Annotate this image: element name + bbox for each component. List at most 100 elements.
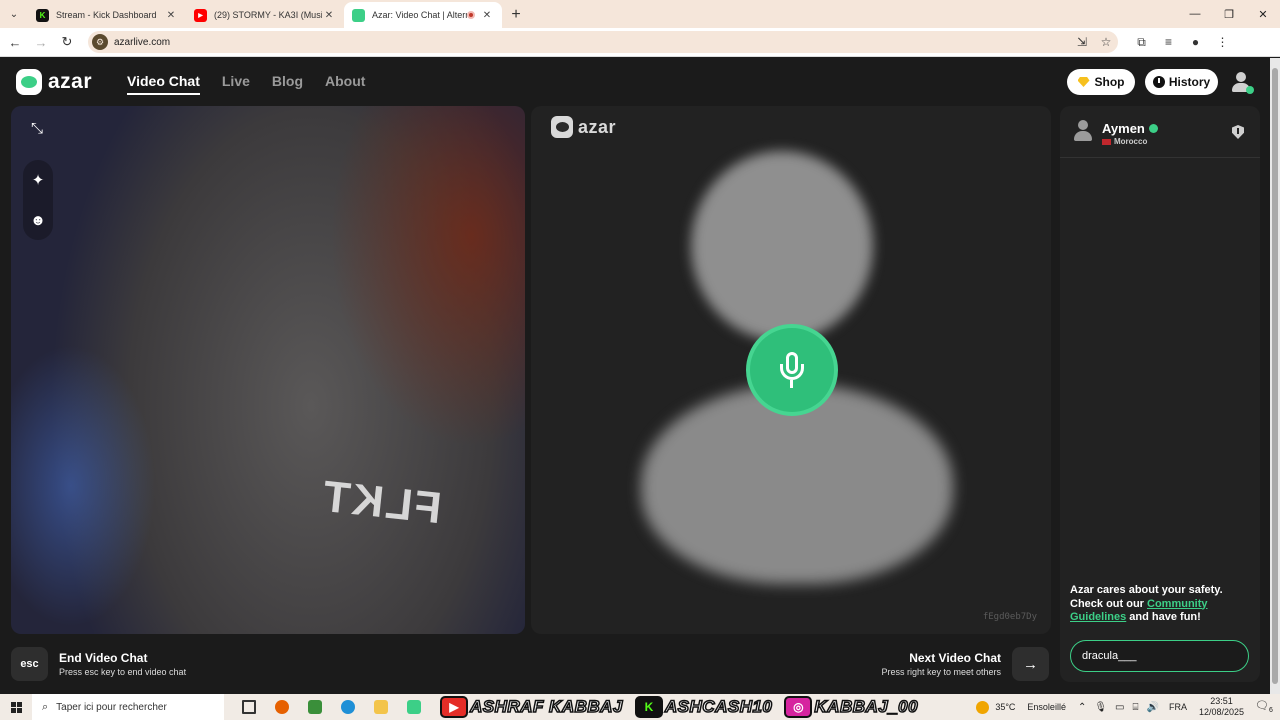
azar-app-icon[interactable] (397, 694, 430, 720)
page-scrollbar[interactable] (1270, 58, 1280, 694)
profile-avatar-icon[interactable]: ● (1182, 35, 1209, 50)
tab-title: (29) STORMY - KA3I (Music Vid (214, 10, 322, 20)
instagram-icon: ◎ (784, 696, 813, 718)
effects-pill: ✦ ☻ (23, 160, 53, 240)
kick-handle-text: ASHCASH10 (664, 696, 773, 717)
tab-title: Stream - Kick Dashboard (56, 10, 157, 20)
nav-live[interactable]: Live (222, 73, 250, 95)
network-icon[interactable]: ⌸ (1133, 702, 1139, 713)
next-chat-title: Next Video Chat (909, 651, 1001, 665)
chat-panel: Aymen Morocco Azar cares about your safe… (1060, 106, 1260, 682)
chat-message-input[interactable] (1070, 640, 1249, 672)
close-tab-icon[interactable]: ✕ (164, 10, 178, 21)
tray-icons: ⌃ 🎙 ▭ ⌸ 🔊 (1078, 702, 1159, 713)
clock-date: 12/08/2025 (1198, 707, 1244, 717)
collapse-video-icon[interactable]: ⤡ (23, 114, 51, 142)
remote-azar-watermark: azar (551, 116, 616, 138)
back-arrow-icon[interactable]: ← (2, 29, 28, 55)
extension-area: ⧉ ≡ ● ⋮ (1128, 35, 1236, 50)
reload-icon[interactable]: ↻ (54, 29, 80, 55)
media-player-icon[interactable] (298, 694, 331, 720)
windows-start-icon[interactable] (0, 694, 32, 720)
nav-about[interactable]: About (325, 73, 365, 95)
chevron-up-icon[interactable]: ⌃ (1078, 702, 1086, 713)
verified-badge-icon (1148, 124, 1158, 133)
user-avatar-icon[interactable] (1230, 71, 1254, 94)
forward-arrow-icon[interactable]: → (28, 29, 54, 55)
bookmark-star-icon[interactable]: ☆ (1094, 35, 1118, 49)
window-controls: — ❐ ✕ (1178, 0, 1280, 28)
close-window-icon[interactable]: ✕ (1246, 0, 1280, 28)
browser-tab-azar[interactable]: Azar: Video Chat | Alternati ✕ (344, 2, 502, 28)
face-filter-icon[interactable]: ☻ (24, 206, 52, 234)
system-tray: 35°C Ensoleillé ⌃ 🎙 ▭ ⌸ 🔊 FRA 23:51 12/0… (976, 694, 1280, 720)
task-view-icon[interactable] (232, 694, 265, 720)
firefox-icon[interactable] (265, 694, 298, 720)
language-indicator[interactable]: FRA (1169, 702, 1187, 712)
session-id: fEgd0eb7Dy (982, 612, 1037, 622)
next-chat-hint: Press right key to meet others (881, 667, 1001, 677)
placeholder-head-shape (691, 151, 873, 341)
nav-blog[interactable]: Blog (272, 73, 303, 95)
safety-prefix: Check out our (1070, 597, 1148, 610)
taskbar-search[interactable]: ⌕ Taper ici pour rechercher (32, 694, 224, 720)
tab-search-chevron-icon[interactable]: ⌄ (0, 0, 28, 28)
media-control-icon[interactable]: ≡ (1155, 35, 1182, 50)
azar-logo[interactable]: azar (16, 69, 92, 95)
local-video-feed: FLKT ⤡ ✦ ☻ (11, 106, 525, 634)
azar-watermark-icon (551, 116, 573, 138)
url-text: azarlive.com (114, 36, 171, 48)
nav-video-chat[interactable]: Video Chat (127, 73, 200, 95)
azar-logo-icon (16, 69, 42, 95)
edge-icon[interactable] (331, 694, 364, 720)
next-chat-arrow-button[interactable]: → (1012, 647, 1049, 681)
taskbar-clock[interactable]: 23:51 12/08/2025 (1199, 696, 1244, 718)
new-tab-button[interactable]: + (502, 2, 530, 28)
taskbar-search-placeholder: Taper ici pour rechercher (56, 701, 167, 713)
end-chat-hint: Press esc key to end video chat (59, 667, 187, 677)
shop-label: Shop (1094, 75, 1125, 89)
instagram-handle: ◎ KABBAJ_00 (784, 696, 918, 718)
sun-weather-icon[interactable] (976, 700, 990, 714)
safety-suffix: and have fun! (1126, 611, 1201, 623)
close-tab-icon[interactable]: ✕ (322, 10, 336, 21)
history-label: History (1168, 75, 1211, 89)
weather-temp[interactable]: 35°C (995, 702, 1015, 712)
kick-handle: K ASHCASH10 (634, 696, 773, 718)
microphone-tray-icon[interactable]: 🎙 (1094, 702, 1107, 713)
search-icon: ⌕ (42, 700, 49, 713)
peer-avatar-icon[interactable] (1073, 120, 1093, 144)
country-name: Morocco (1114, 137, 1148, 146)
volume-icon[interactable]: 🔊 (1147, 702, 1159, 713)
azar-page: azar Video Chat Live Blog About Shop His… (0, 58, 1270, 694)
sparkle-effects-icon[interactable]: ✦ (24, 166, 52, 194)
shop-button[interactable]: Shop (1067, 69, 1135, 95)
battery-icon[interactable]: ▭ (1115, 702, 1124, 713)
history-button[interactable]: History (1145, 69, 1218, 95)
logo-text: azar (48, 70, 93, 93)
peer-name-text: Aymen (1102, 121, 1145, 136)
end-chat-esc-button[interactable]: esc (11, 647, 48, 681)
safety-line-1: Azar cares about your safety. (1070, 584, 1223, 596)
browser-tab-youtube[interactable]: ▶ (29) STORMY - KA3I (Music Vid ✕ (186, 2, 344, 28)
restore-icon[interactable]: ❐ (1212, 0, 1246, 28)
browser-tab-kick[interactable]: K Stream - Kick Dashboard ✕ (28, 2, 186, 28)
address-toolbar: ← → ↻ ⚙ azarlive.com ⇲ ☆ ⧉ ≡ ● ⋮ (0, 28, 1280, 57)
clock-icon (1152, 76, 1165, 88)
report-shield-icon[interactable] (1232, 125, 1244, 139)
notification-center-icon[interactable]: 🗨6 (1254, 699, 1274, 714)
browser-menu-icon[interactable]: ⋮ (1209, 35, 1236, 50)
extensions-puzzle-icon[interactable]: ⧉ (1128, 35, 1155, 50)
minimize-icon[interactable]: — (1178, 0, 1212, 28)
browser-tab-strip: ⌄ K Stream - Kick Dashboard ✕ ▶ (29) STO… (0, 0, 1280, 28)
close-tab-icon[interactable]: ✕ (480, 10, 494, 21)
weather-desc[interactable]: Ensoleillé (1027, 702, 1066, 712)
address-bar[interactable]: ⚙ azarlive.com ⇲ ☆ (88, 31, 1118, 53)
install-app-icon[interactable]: ⇲ (1070, 35, 1094, 49)
file-explorer-icon[interactable] (364, 694, 397, 720)
youtube-handle: ▶ ASHRAF KABBAJ (440, 696, 623, 718)
taskbar-apps (232, 694, 430, 720)
site-info-icon[interactable]: ⚙ (92, 34, 108, 50)
peer-name[interactable]: Aymen (1102, 121, 1158, 136)
notification-count: 6 (1269, 707, 1273, 715)
